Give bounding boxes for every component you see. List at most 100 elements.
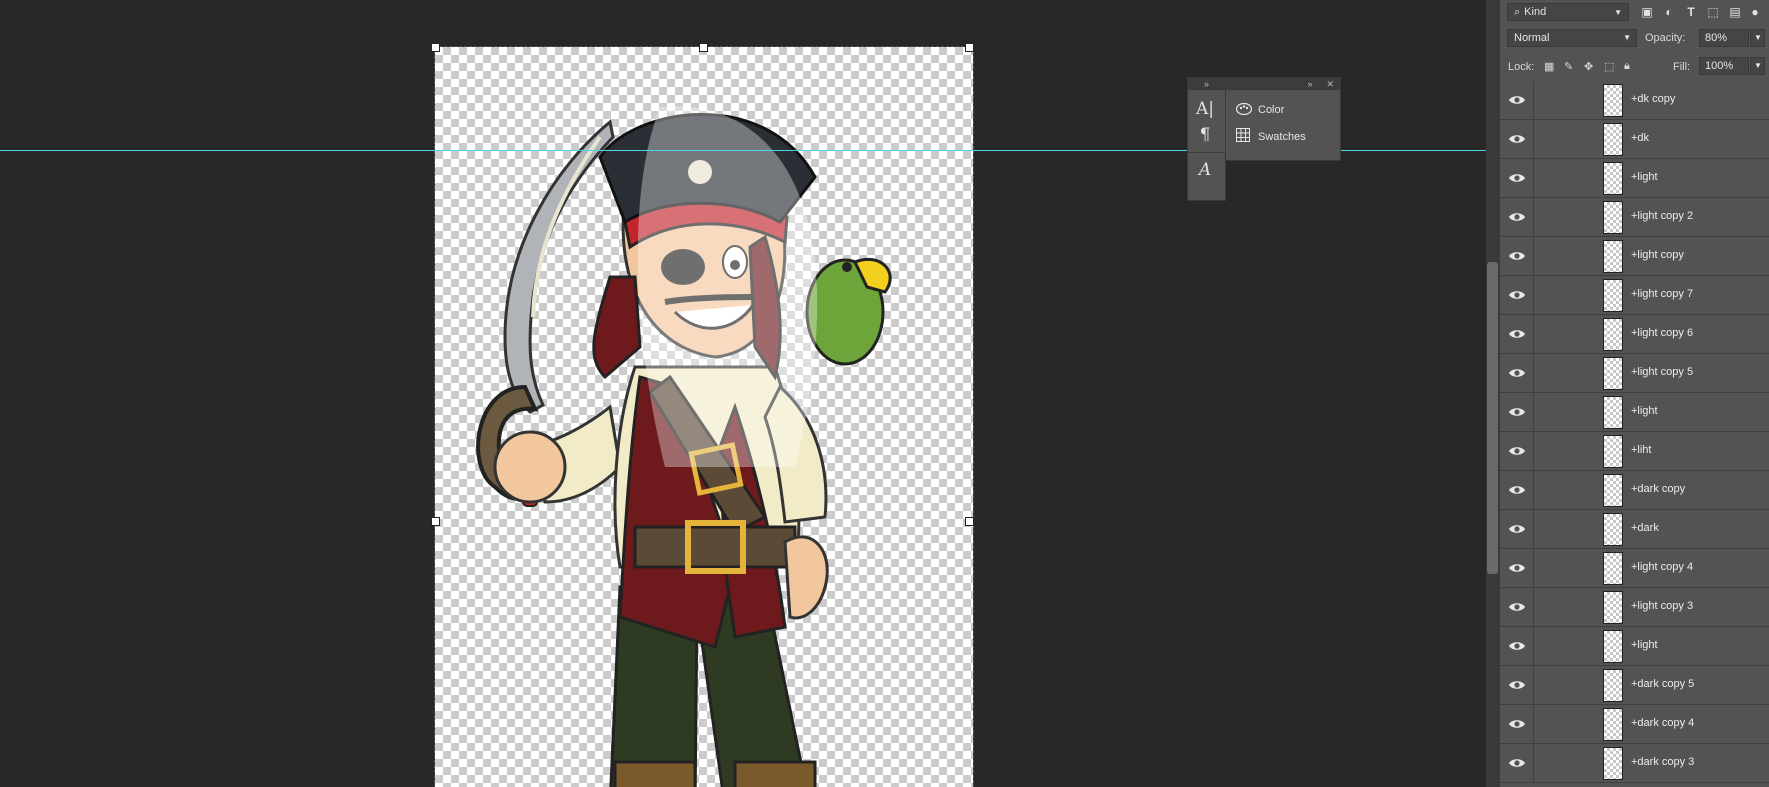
layer-thumbnail[interactable] [1603,201,1623,234]
layer-name[interactable]: +dk copy [1631,93,1675,105]
color-panel-item[interactable]: Color [1226,96,1340,123]
layer-row[interactable]: +light copy [1500,237,1769,276]
layer-name[interactable]: +light copy 2 [1631,210,1693,222]
transform-handle-top-left[interactable] [431,43,440,52]
layer-thumbnail[interactable] [1603,123,1623,156]
layer-thumbnail[interactable] [1603,513,1623,546]
fill-input[interactable]: 100% [1699,57,1749,75]
visibility-eye-icon[interactable] [1508,598,1526,616]
layer-name[interactable]: +light [1631,171,1658,183]
layer-name[interactable]: +liht [1631,444,1652,456]
lock-all-icon[interactable]: 🔒︎ [1624,60,1630,73]
image-filter-icon[interactable]: ▣ [1638,3,1656,21]
layer-row[interactable]: +light copy 4 [1500,549,1769,588]
blend-mode-select[interactable]: Normal ▼ [1507,29,1637,47]
shape-filter-icon[interactable]: ⬚ [1704,3,1722,21]
layer-name[interactable]: +light copy 3 [1631,600,1693,612]
paragraph-panel-icon[interactable]: ¶ [1188,122,1222,148]
layer-name[interactable]: +dark copy 4 [1631,717,1694,729]
visibility-eye-icon[interactable] [1508,325,1526,343]
layer-name[interactable]: +light copy 5 [1631,366,1693,378]
layer-thumbnail[interactable] [1603,708,1623,741]
layer-name[interactable]: +dark copy 3 [1631,756,1694,768]
layer-row[interactable]: +dk [1500,120,1769,159]
layer-thumbnail[interactable] [1603,396,1623,429]
smart-object-filter-icon[interactable]: ▤ [1726,3,1744,21]
visibility-eye-icon[interactable] [1508,637,1526,655]
transform-handle-right[interactable] [965,517,974,526]
layer-row[interactable]: +light copy 5 [1500,354,1769,393]
visibility-eye-icon[interactable] [1508,286,1526,304]
panel-collapse-icon[interactable]: » [1307,78,1312,90]
layer-row[interactable]: +light copy 3 [1500,588,1769,627]
layer-row[interactable]: +light copy 2 [1500,198,1769,237]
swatches-panel-item[interactable]: Swatches [1226,123,1340,150]
layer-row[interactable]: +light [1500,393,1769,432]
layer-thumbnail[interactable] [1603,591,1623,624]
layer-row[interactable]: +dk copy [1500,81,1769,120]
visibility-eye-icon[interactable] [1508,715,1526,733]
layer-name[interactable]: +dk [1631,132,1649,144]
layer-row[interactable]: +dark [1500,510,1769,549]
character-panel-icon[interactable]: A| [1188,96,1222,122]
layer-thumbnail[interactable] [1603,84,1623,117]
layer-row[interactable]: +light [1500,627,1769,666]
layer-thumbnail[interactable] [1603,552,1623,585]
layer-row[interactable]: +dark copy 3 [1500,744,1769,783]
layer-row[interactable]: +light copy 6 [1500,315,1769,354]
layer-name[interactable]: +light copy 4 [1631,561,1693,573]
layer-name[interactable]: +dark copy 5 [1631,678,1694,690]
visibility-eye-icon[interactable] [1508,208,1526,226]
adjustment-filter-icon[interactable]: ◐ [1660,3,1678,21]
layer-name[interactable]: +light [1631,405,1658,417]
visibility-eye-icon[interactable] [1508,520,1526,538]
visibility-eye-icon[interactable] [1508,754,1526,772]
visibility-eye-icon[interactable] [1508,442,1526,460]
fill-dropdown-icon[interactable]: ▼ [1750,57,1765,75]
close-icon[interactable]: ✕ [1326,78,1334,90]
layer-row[interactable]: +light [1500,159,1769,198]
type-filter-icon[interactable]: T [1682,3,1700,21]
panel-expand-icon[interactable]: » [1188,78,1225,90]
glyphs-panel-icon[interactable]: A [1188,157,1222,183]
layer-name[interactable]: +dark copy [1631,483,1685,495]
layer-thumbnail[interactable] [1603,357,1623,390]
filter-kind-select[interactable]: ⌕ Kind ▼ [1507,3,1629,21]
layer-name[interactable]: +light [1631,639,1658,651]
filter-toggle-icon[interactable]: ● [1746,3,1764,21]
layer-name[interactable]: +light copy 6 [1631,327,1693,339]
visibility-eye-icon[interactable] [1508,247,1526,265]
layer-row[interactable]: +dark copy 5 [1500,666,1769,705]
layer-row[interactable]: +dark copy 4 [1500,705,1769,744]
layer-row[interactable]: +liht [1500,432,1769,471]
layers-scrollbar-thumb[interactable] [1487,262,1498,574]
visibility-eye-icon[interactable] [1508,91,1526,109]
layer-name[interactable]: +light copy 7 [1631,288,1693,300]
visibility-eye-icon[interactable] [1508,481,1526,499]
transform-handle-top-right[interactable] [965,43,974,52]
visibility-eye-icon[interactable] [1508,130,1526,148]
lock-transparent-icon[interactable]: ▦ [1544,60,1554,73]
opacity-dropdown-icon[interactable]: ▼ [1750,29,1765,47]
layer-name[interactable]: +light copy [1631,249,1684,261]
layer-thumbnail[interactable] [1603,279,1623,312]
visibility-eye-icon[interactable] [1508,559,1526,577]
visibility-eye-icon[interactable] [1508,364,1526,382]
layer-name[interactable]: +dark [1631,522,1659,534]
document-canvas[interactable] [431,43,974,787]
layer-row[interactable]: +light copy 7 [1500,276,1769,315]
layer-thumbnail[interactable] [1603,747,1623,780]
lock-image-icon[interactable]: ✎ [1564,60,1573,73]
layer-thumbnail[interactable] [1603,162,1623,195]
layer-thumbnail[interactable] [1603,240,1623,273]
visibility-eye-icon[interactable] [1508,169,1526,187]
layer-thumbnail[interactable] [1603,318,1623,351]
transform-handle-top[interactable] [699,43,708,52]
layer-thumbnail[interactable] [1603,630,1623,663]
opacity-input[interactable]: 80% [1699,29,1749,47]
lock-artboard-icon[interactable]: ⬚ [1604,60,1614,73]
visibility-eye-icon[interactable] [1508,403,1526,421]
layer-thumbnail[interactable] [1603,669,1623,702]
layer-thumbnail[interactable] [1603,435,1623,468]
layer-thumbnail[interactable] [1603,474,1623,507]
